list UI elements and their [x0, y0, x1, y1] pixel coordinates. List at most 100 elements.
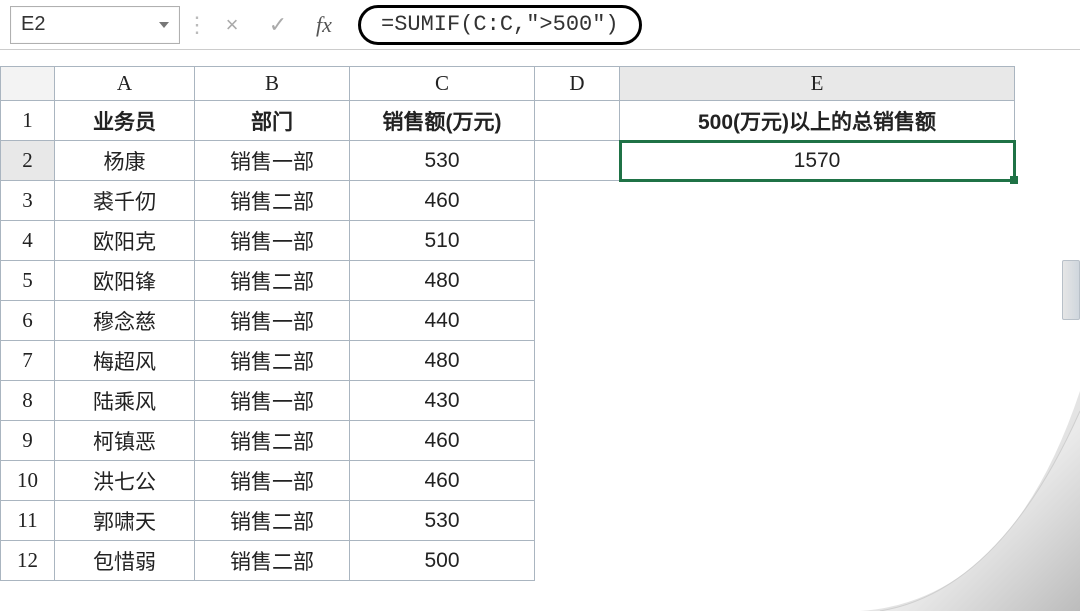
cell-C8[interactable]: 430	[350, 381, 535, 421]
row-header-4[interactable]: 4	[1, 221, 55, 261]
check-icon: ✓	[269, 12, 287, 37]
cell-C12[interactable]: 500	[350, 541, 535, 581]
cell-A3[interactable]: 裘千仞	[55, 181, 195, 221]
data-row-11: 11 郭啸天 销售二部 530	[1, 501, 1015, 541]
cell-D8[interactable]	[535, 381, 620, 421]
cell-E8[interactable]	[620, 381, 1015, 421]
cell-D10[interactable]	[535, 461, 620, 501]
cell-A10[interactable]: 洪七公	[55, 461, 195, 501]
cell-C1[interactable]: 销售额(万元)	[350, 101, 535, 141]
cell-E7[interactable]	[620, 341, 1015, 381]
cell-E11[interactable]	[620, 501, 1015, 541]
column-header-row: A B C D E	[1, 67, 1015, 101]
cell-C3[interactable]: 460	[350, 181, 535, 221]
cell-A7[interactable]: 梅超风	[55, 341, 195, 381]
cell-A5[interactable]: 欧阳锋	[55, 261, 195, 301]
cell-E1[interactable]: 500(万元)以上的总销售额	[620, 101, 1015, 141]
cell-C9[interactable]: 460	[350, 421, 535, 461]
chevron-down-icon[interactable]	[159, 22, 169, 28]
row-header-12[interactable]: 12	[1, 541, 55, 581]
cell-D2[interactable]	[535, 141, 620, 181]
col-header-A[interactable]: A	[55, 67, 195, 101]
row-header-6[interactable]: 6	[1, 301, 55, 341]
row-header-1[interactable]: 1	[1, 101, 55, 141]
cell-B6[interactable]: 销售一部	[195, 301, 350, 341]
cell-E12[interactable]	[620, 541, 1015, 581]
row-header-10[interactable]: 10	[1, 461, 55, 501]
cell-D7[interactable]	[535, 341, 620, 381]
cell-D12[interactable]	[535, 541, 620, 581]
cell-D5[interactable]	[535, 261, 620, 301]
cell-B5[interactable]: 销售二部	[195, 261, 350, 301]
enter-button[interactable]: ✓	[258, 12, 298, 38]
cell-D3[interactable]	[535, 181, 620, 221]
cell-D1[interactable]	[535, 101, 620, 141]
cell-E5[interactable]	[620, 261, 1015, 301]
cell-A9[interactable]: 柯镇恶	[55, 421, 195, 461]
select-all-corner[interactable]	[1, 67, 55, 101]
cell-A12[interactable]: 包惜弱	[55, 541, 195, 581]
col-header-D[interactable]: D	[535, 67, 620, 101]
cancel-icon: ×	[226, 12, 239, 37]
cell-B11[interactable]: 销售二部	[195, 501, 350, 541]
row-header-5[interactable]: 5	[1, 261, 55, 301]
cell-A2[interactable]: 杨康	[55, 141, 195, 181]
cell-B3[interactable]: 销售二部	[195, 181, 350, 221]
formula-text: =SUMIF(C:C,">500")	[381, 12, 619, 37]
cell-B1[interactable]: 部门	[195, 101, 350, 141]
cell-D6[interactable]	[535, 301, 620, 341]
cell-D4[interactable]	[535, 221, 620, 261]
row-header-9[interactable]: 9	[1, 421, 55, 461]
data-row-2: 2 杨康 销售一部 530 1570	[1, 141, 1015, 181]
cell-B9[interactable]: 销售二部	[195, 421, 350, 461]
cell-C2[interactable]: 530	[350, 141, 535, 181]
cell-B7[interactable]: 销售二部	[195, 341, 350, 381]
cell-E2[interactable]: 1570	[620, 141, 1015, 181]
cell-B2[interactable]: 销售一部	[195, 141, 350, 181]
cell-E10[interactable]	[620, 461, 1015, 501]
cell-E9[interactable]	[620, 421, 1015, 461]
vertical-scrollbar[interactable]	[1062, 260, 1080, 320]
cell-A11[interactable]: 郭啸天	[55, 501, 195, 541]
cell-C4[interactable]: 510	[350, 221, 535, 261]
cell-A4[interactable]: 欧阳克	[55, 221, 195, 261]
separator-icon: ⋮	[186, 12, 206, 38]
cell-C6[interactable]: 440	[350, 301, 535, 341]
data-row-5: 5 欧阳锋 销售二部 480	[1, 261, 1015, 301]
cancel-button[interactable]: ×	[212, 12, 252, 38]
fx-icon: fx	[316, 12, 332, 37]
row-header-11[interactable]: 11	[1, 501, 55, 541]
row-header-7[interactable]: 7	[1, 341, 55, 381]
cell-B10[interactable]: 销售一部	[195, 461, 350, 501]
name-box[interactable]: E2	[10, 6, 180, 44]
row-header-2[interactable]: 2	[1, 141, 55, 181]
col-header-B[interactable]: B	[195, 67, 350, 101]
formula-input[interactable]: =SUMIF(C:C,">500")	[358, 5, 642, 45]
sheet-table: A B C D E 1 业务员 部门 销售额(万元) 500(万元)以上的总销售…	[0, 66, 1015, 581]
cell-C5[interactable]: 480	[350, 261, 535, 301]
cell-A6[interactable]: 穆念慈	[55, 301, 195, 341]
worksheet-grid[interactable]: A B C D E 1 业务员 部门 销售额(万元) 500(万元)以上的总销售…	[0, 66, 1080, 581]
data-row-10: 10 洪七公 销售一部 460	[1, 461, 1015, 501]
row-header-3[interactable]: 3	[1, 181, 55, 221]
col-header-E[interactable]: E	[620, 67, 1015, 101]
fx-button[interactable]: fx	[304, 12, 344, 38]
col-header-C[interactable]: C	[350, 67, 535, 101]
cell-E3[interactable]	[620, 181, 1015, 221]
cell-E6[interactable]	[620, 301, 1015, 341]
cell-C7[interactable]: 480	[350, 341, 535, 381]
cell-E4[interactable]	[620, 221, 1015, 261]
cell-C10[interactable]: 460	[350, 461, 535, 501]
cell-B12[interactable]: 销售二部	[195, 541, 350, 581]
data-row-8: 8 陆乘风 销售一部 430	[1, 381, 1015, 421]
data-row-3: 3 裘千仞 销售二部 460	[1, 181, 1015, 221]
cell-C11[interactable]: 530	[350, 501, 535, 541]
cell-A1[interactable]: 业务员	[55, 101, 195, 141]
cell-A8[interactable]: 陆乘风	[55, 381, 195, 421]
cell-D11[interactable]	[535, 501, 620, 541]
cell-B8[interactable]: 销售一部	[195, 381, 350, 421]
row-header-8[interactable]: 8	[1, 381, 55, 421]
data-row-6: 6 穆念慈 销售一部 440	[1, 301, 1015, 341]
cell-D9[interactable]	[535, 421, 620, 461]
cell-B4[interactable]: 销售一部	[195, 221, 350, 261]
